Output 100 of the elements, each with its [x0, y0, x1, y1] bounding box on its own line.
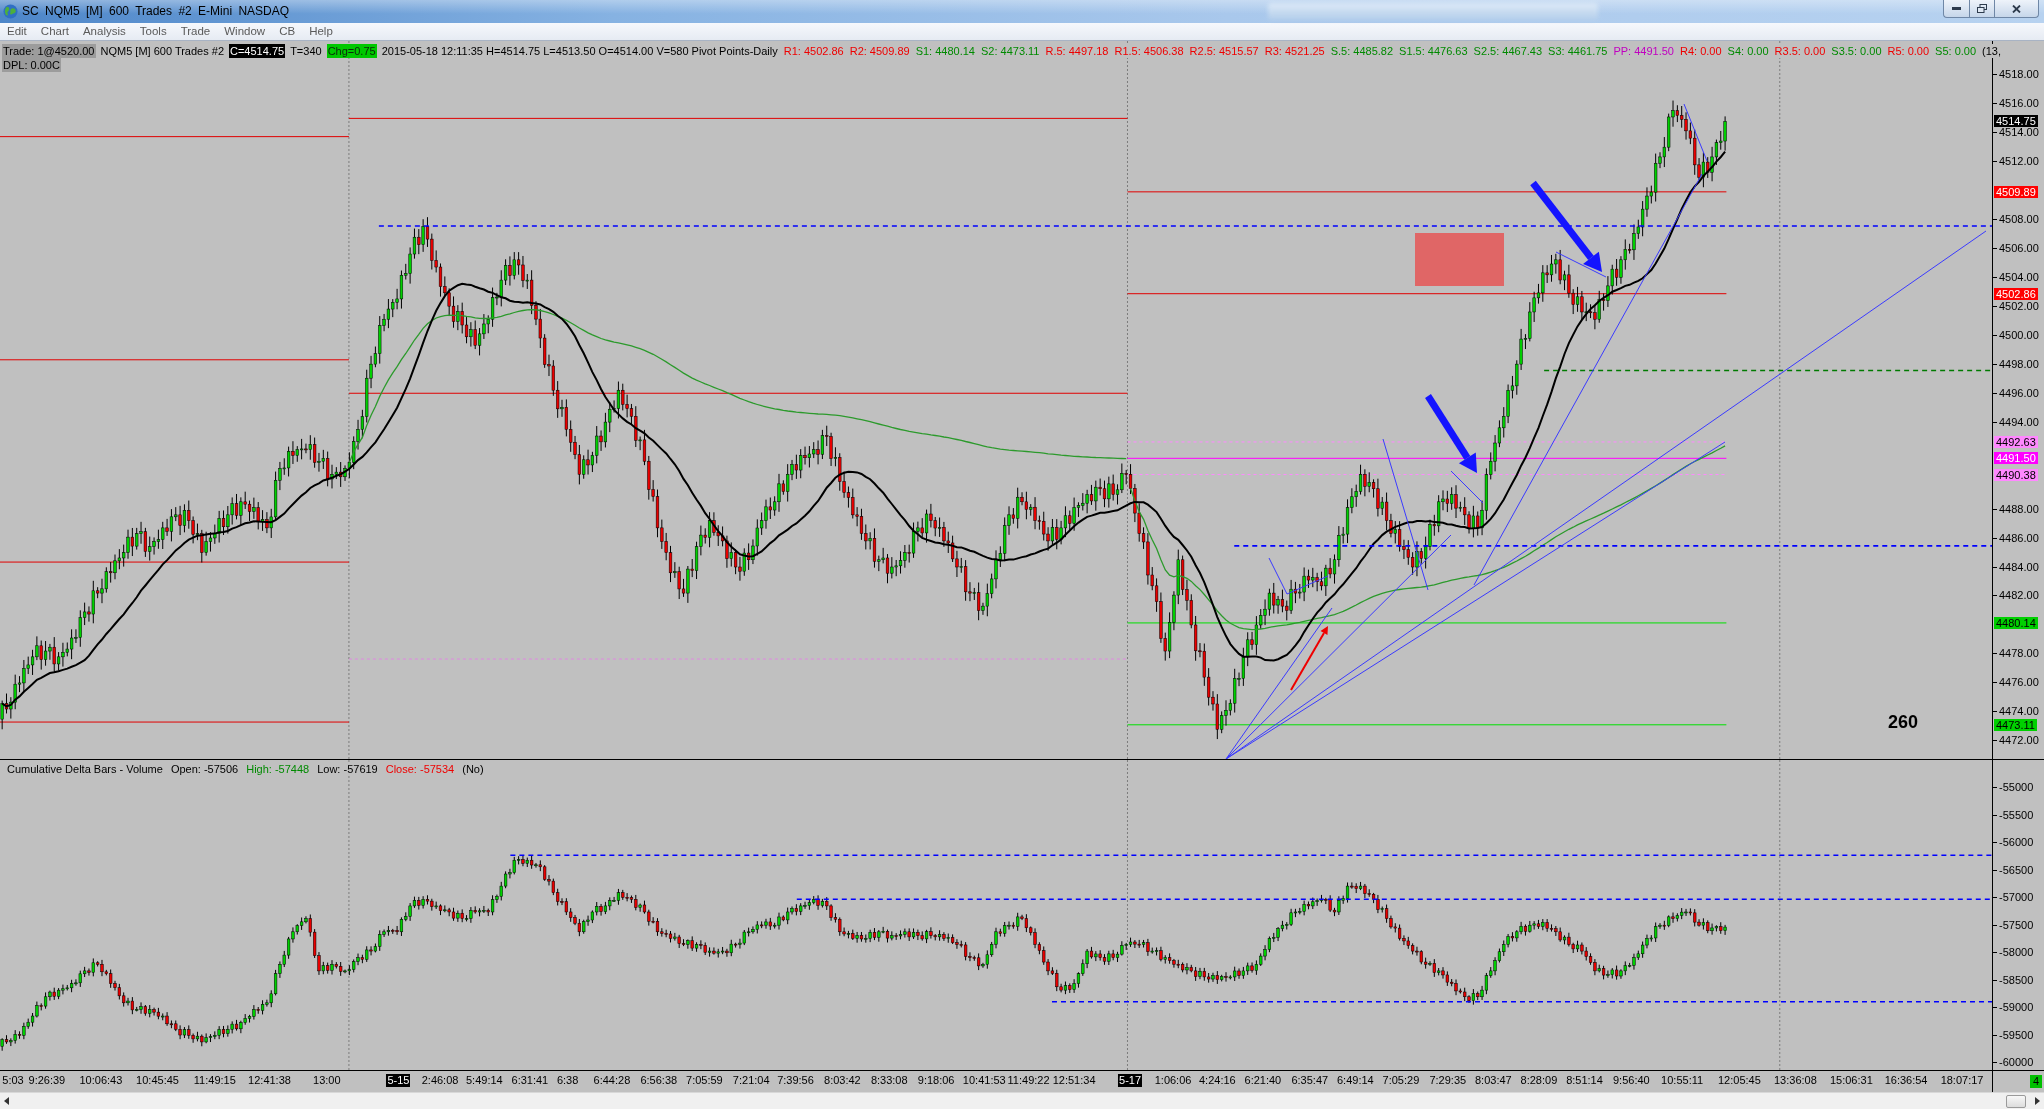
- pivot-value: S3: 4461.75: [1547, 44, 1609, 58]
- time-label: 1:06:06: [1153, 1074, 1193, 1087]
- time-label: 6:31:41: [510, 1074, 550, 1087]
- axis-label: 4512.00: [1993, 155, 2039, 167]
- price-readout: C=4514.75: [229, 44, 286, 58]
- axis-label: 4484.00: [1993, 561, 2039, 573]
- price-tag: 4491.50: [1994, 452, 2038, 465]
- indicator-value: Close: -57534: [385, 762, 455, 776]
- time-label: 8:03:47: [1474, 1074, 1513, 1087]
- time-label: 8:51:14: [1565, 1074, 1604, 1087]
- price-tag: 4502.86: [1994, 287, 2038, 300]
- time-label: 7:39:56: [776, 1074, 815, 1087]
- axis-label: 4494.00: [1993, 416, 2039, 428]
- time-label: 2:46:08: [420, 1074, 460, 1087]
- menu-item[interactable]: Chart: [33, 23, 76, 40]
- time-label: 7:05:29: [1381, 1074, 1421, 1087]
- scrollbar-thumb[interactable]: [2006, 1094, 2026, 1108]
- axis-label: 4472.00: [1993, 735, 2039, 747]
- axis-label: 4502.00: [1993, 300, 2039, 312]
- axis-label: 4474.00: [1993, 706, 2039, 718]
- indicator-value: High: -57448: [246, 762, 310, 776]
- axis-label: -60000: [1993, 1057, 2034, 1069]
- minimize-icon: [1952, 7, 1961, 10]
- time-label: 5:03: [1, 1074, 25, 1087]
- menu-item[interactable]: Analysis: [75, 23, 133, 40]
- time-label: 9:26:39: [27, 1074, 67, 1087]
- time-label: 16:36:54: [1883, 1074, 1929, 1087]
- pivot-value: R1: 4502.86: [782, 44, 845, 58]
- indicator-value: (No): [462, 762, 484, 776]
- pivot-value: R3: 4521.25: [1263, 44, 1326, 58]
- pivot-value: S3.5: 0.00: [1830, 44, 1883, 58]
- minimize-button[interactable]: [1943, 0, 1969, 18]
- globe-icon: [3, 4, 18, 19]
- time-label: 8:28:09: [1519, 1074, 1559, 1087]
- axis-label: 4516.00: [1993, 97, 2039, 109]
- time-label: 12:41:38: [247, 1074, 292, 1087]
- time-label: 6:56:38: [639, 1074, 679, 1087]
- restore-button[interactable]: [1969, 0, 1995, 18]
- axis-label: -55000: [1993, 782, 2034, 793]
- axis-label: 4488.00: [1993, 503, 2039, 515]
- pivot-value: S5: 0.00: [1934, 44, 1978, 58]
- info-text: NQM5 [M] 600 Trades #2: [99, 44, 225, 58]
- time-label: 6:44:28: [592, 1074, 632, 1087]
- axis-label: 4508.00: [1993, 213, 2039, 225]
- time-label: 15:06:31: [1828, 1074, 1874, 1087]
- time-label: 6:21:40: [1243, 1074, 1283, 1087]
- indicator-value: Open: -57506: [170, 762, 239, 776]
- time-label: 18:07:17: [1939, 1074, 1985, 1087]
- menu-item[interactable]: Edit: [0, 23, 34, 40]
- axis-label: 4478.00: [1993, 648, 2039, 660]
- info-text: T=340: [289, 44, 323, 58]
- menu-item[interactable]: Help: [302, 23, 340, 40]
- time-label: 6:49:14: [1336, 1074, 1375, 1087]
- status-indicator: 4: [2029, 1075, 2042, 1088]
- menu-item[interactable]: Trade: [173, 23, 218, 40]
- pivot-value: R2.5: 4515.57: [1188, 44, 1260, 58]
- date-label: 5-15: [386, 1074, 411, 1087]
- menu-item[interactable]: Window: [217, 23, 273, 40]
- date-label: 5-17: [1118, 1074, 1143, 1087]
- pivot-value: R.5: 4497.18: [1044, 44, 1110, 58]
- time-label: 7:05:59: [685, 1074, 724, 1087]
- arrow-right-icon[interactable]: [2035, 1097, 2040, 1105]
- close-icon: [2012, 4, 2021, 13]
- axis-label: -57000: [1993, 892, 2034, 904]
- time-label: 10:45:45: [135, 1074, 180, 1087]
- time-label: 13:00: [312, 1074, 342, 1087]
- price-tag: 4490.38: [1994, 468, 2038, 481]
- pivot-value: R2: 4509.89: [848, 44, 911, 58]
- price-tag: 4473.11: [1994, 718, 2037, 731]
- pivot-value: S4: 0.00: [1726, 44, 1770, 58]
- axis-label: -57500: [1993, 919, 2034, 931]
- time-label: 8:33:08: [869, 1074, 909, 1087]
- axis-label: -55500: [1993, 809, 2034, 821]
- time-label: 11:49:22: [1006, 1074, 1051, 1087]
- time-label: 7:21:04: [731, 1074, 771, 1087]
- axis-label: 4498.00: [1993, 358, 2039, 370]
- time-label: 4:24:16: [1198, 1074, 1237, 1087]
- info-text: 2015-05-18 12:11:35 H=4514.75 L=4513.50 O=4514.00 V=580 Pivot Points-Daily: [380, 44, 779, 58]
- axis-label: -59500: [1993, 1029, 2034, 1041]
- pivot-value: PP: 4491.50: [1612, 44, 1675, 58]
- time-label: 8:03:42: [823, 1074, 862, 1087]
- pivot-value: S.5: 4485.82: [1329, 44, 1395, 58]
- time-label: 13:36:08: [1773, 1074, 1818, 1087]
- axis-label: 4486.00: [1993, 532, 2039, 544]
- time-label: 11:49:15: [192, 1074, 237, 1087]
- menu-item[interactable]: Tools: [132, 23, 174, 40]
- pivot-value: R3.5: 0.00: [1773, 44, 1827, 58]
- price-tag: 4480.14: [1994, 616, 2038, 629]
- close-button[interactable]: [1995, 0, 2039, 18]
- arrow-left-icon[interactable]: [4, 1097, 9, 1105]
- price-tag: 4509.89: [1994, 185, 2038, 198]
- trend-line: [1683, 103, 1708, 162]
- axis-label: -56000: [1993, 837, 2034, 849]
- pivot-value: R1.5: 4506.38: [1113, 44, 1185, 58]
- time-label: 9:56:40: [1612, 1074, 1651, 1087]
- time-label: 6:38: [555, 1074, 580, 1087]
- menu-item[interactable]: CB: [272, 23, 303, 40]
- pivot-value: S2.5: 4467.43: [1472, 44, 1544, 58]
- arrow: [1290, 626, 1328, 691]
- price-tag: 4514.75: [1994, 115, 2038, 128]
